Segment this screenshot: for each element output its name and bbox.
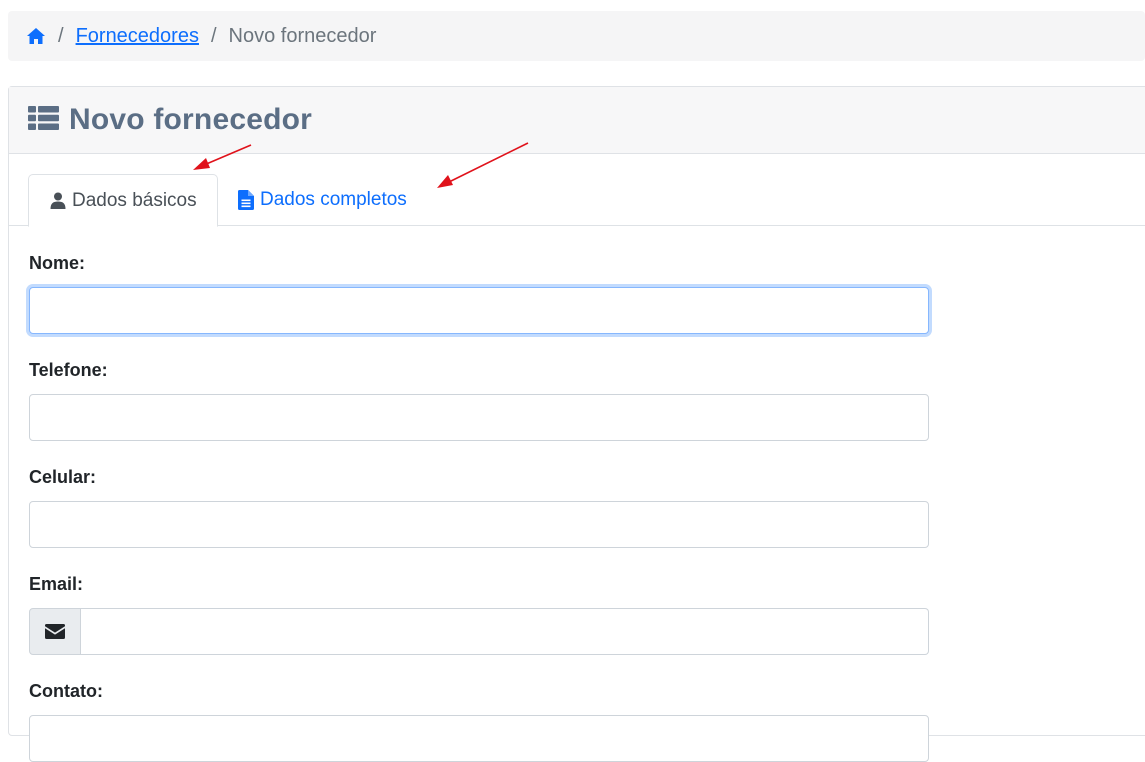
card-header: Novo fornecedor bbox=[9, 87, 1145, 154]
file-icon bbox=[238, 190, 254, 210]
breadcrumb: / Fornecedores / Novo fornecedor bbox=[8, 11, 1145, 61]
tab-label: Dados completos bbox=[260, 189, 407, 210]
home-icon[interactable] bbox=[26, 26, 46, 46]
breadcrumb-separator: / bbox=[210, 24, 217, 47]
tab-dados-basicos[interactable]: Dados básicos bbox=[28, 174, 218, 227]
contato-input[interactable] bbox=[29, 715, 929, 762]
breadcrumb-separator: / bbox=[58, 24, 64, 47]
nome-input[interactable] bbox=[29, 287, 929, 334]
page-title: Novo fornecedor bbox=[69, 103, 313, 136]
tab-dados-completos[interactable]: Dados completos bbox=[238, 174, 407, 226]
nome-label: Nome: bbox=[29, 253, 86, 273]
tab-bar: Dados básicos Dados completos bbox=[9, 174, 1145, 227]
email-input[interactable] bbox=[81, 608, 929, 655]
celular-input[interactable] bbox=[29, 501, 929, 548]
tab-label: Dados básicos bbox=[72, 189, 197, 211]
supplier-card: Novo fornecedor Dados básicos Dados comp… bbox=[8, 86, 1145, 762]
list-icon bbox=[28, 105, 59, 135]
contato-label: Contato: bbox=[29, 681, 103, 701]
breadcrumb-current: Novo fornecedor bbox=[228, 24, 377, 47]
envelope-icon bbox=[29, 608, 81, 655]
telefone-input[interactable] bbox=[29, 394, 929, 441]
user-icon bbox=[50, 192, 66, 209]
email-label: Email: bbox=[29, 574, 84, 594]
telefone-label: Telefone: bbox=[29, 360, 108, 380]
email-input-group bbox=[29, 608, 929, 655]
celular-label: Celular: bbox=[29, 467, 97, 487]
breadcrumb-link-fornecedores[interactable]: Fornecedores bbox=[76, 25, 199, 48]
